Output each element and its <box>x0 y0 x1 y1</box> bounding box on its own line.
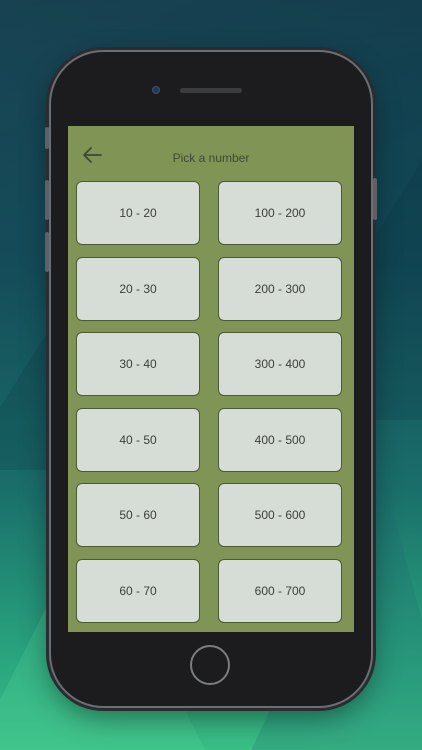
range-option-button[interactable]: 100 - 200 <box>218 181 342 245</box>
range-option-button[interactable]: 10 - 20 <box>76 181 200 245</box>
range-option-button[interactable]: 600 - 700 <box>218 558 342 623</box>
range-option-button[interactable]: 50 - 60 <box>76 483 200 547</box>
range-option-button[interactable]: 20 - 30 <box>76 256 200 321</box>
power-button <box>373 178 377 220</box>
home-button[interactable] <box>190 645 230 685</box>
earpiece-speaker <box>180 88 242 93</box>
arrow-left-icon <box>83 147 102 163</box>
range-option-button[interactable]: 500 - 600 <box>218 483 342 547</box>
range-option-button[interactable]: 60 - 70 <box>76 558 200 623</box>
top-bar: Pick a number <box>68 126 354 180</box>
phone-frame: Pick a number 10 - 20 100 - 200 20 - 30 200… <box>45 52 377 706</box>
page-title: Pick a number <box>172 151 250 165</box>
range-option-button[interactable]: 400 - 500 <box>218 407 342 472</box>
range-option-button[interactable]: 300 - 400 <box>218 332 342 396</box>
volume-up-button <box>45 180 49 220</box>
range-option-button[interactable]: 30 - 40 <box>76 332 200 396</box>
mute-switch <box>45 127 49 149</box>
app-screen: Pick a number 10 - 20 100 - 200 20 - 30 200… <box>68 126 354 632</box>
volume-down-button <box>45 232 49 272</box>
back-button[interactable] <box>81 145 103 165</box>
range-option-button[interactable]: 40 - 50 <box>76 407 200 472</box>
range-option-button[interactable]: 200 - 300 <box>218 256 342 321</box>
front-camera <box>152 86 160 94</box>
